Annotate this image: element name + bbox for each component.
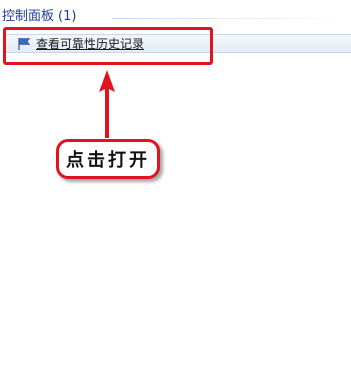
highlight-box (3, 27, 213, 65)
group-count: (1) (58, 9, 77, 24)
callout-text: 点击打开 (66, 150, 150, 171)
up-arrow-icon (99, 70, 115, 138)
group-divider (112, 18, 351, 19)
control-panel-group-header[interactable]: 控制面板 (1) (2, 9, 76, 25)
group-title: 控制面板 (2, 9, 55, 24)
callout-box: 点击打开 (56, 139, 160, 179)
